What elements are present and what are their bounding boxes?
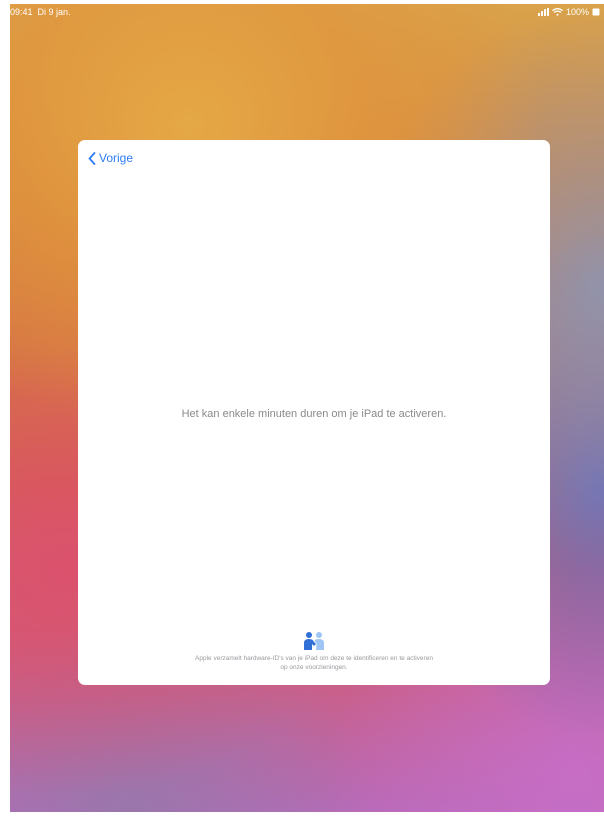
battery-icon xyxy=(592,8,600,16)
privacy-notice: Apple verzamelt hardware-ID's van je iPa… xyxy=(118,655,510,672)
status-bar: 09:41 Di 9 jan. 100% xyxy=(10,4,604,20)
status-date: Di 9 jan. xyxy=(37,7,71,17)
cellular-signal-icon xyxy=(537,8,549,16)
chevron-left-icon xyxy=(88,151,96,165)
status-time: 09:41 xyxy=(10,7,33,17)
back-button-label: Vorige xyxy=(99,151,134,165)
ipad-screen: 09:41 Di 9 jan. 100% Vorige Het kan enke… xyxy=(10,4,604,812)
battery-percentage: 100% xyxy=(565,7,589,17)
status-indicators: 100% xyxy=(537,4,600,20)
back-button[interactable]: Vorige xyxy=(88,151,133,165)
status-time-date: 09:41 Di 9 jan. xyxy=(10,4,71,20)
privacy-notice-line-1: Apple verzamelt hardware-ID's van je iPa… xyxy=(195,655,433,662)
activation-sheet: Vorige Het kan enkele minuten duren om j… xyxy=(78,140,550,685)
activation-message: Het kan enkele minuten duren om je iPad … xyxy=(181,408,447,420)
wifi-icon xyxy=(552,8,563,16)
privacy-notice-line-2: op onze voorzieningen. xyxy=(280,663,348,671)
privacy-handshake-icon[interactable] xyxy=(301,631,327,651)
